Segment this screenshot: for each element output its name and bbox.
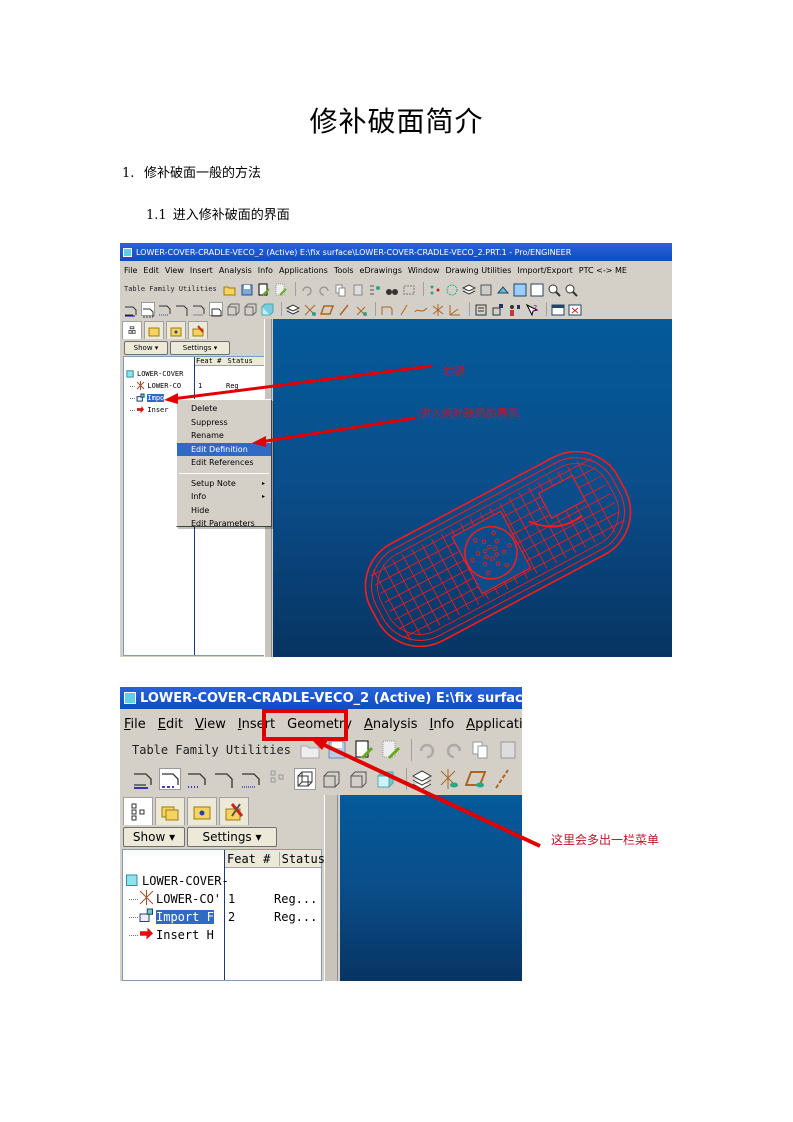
open-folder-icon[interactable] bbox=[299, 739, 321, 761]
screenshot-proe-context-menu: LOWER-COVER-CRADLE-VECO_2 (Active) E:\fi… bbox=[120, 243, 672, 657]
no-hidden-icon[interactable] bbox=[159, 768, 181, 790]
col-status-header: Status bbox=[278, 852, 325, 866]
copy-icon[interactable] bbox=[470, 739, 492, 761]
shaded-display-icon[interactable] bbox=[375, 768, 397, 790]
paste-icon[interactable] bbox=[497, 739, 519, 761]
import-feature-icon bbox=[139, 908, 153, 922]
navigator-tabs bbox=[123, 797, 251, 825]
column-divider bbox=[224, 850, 225, 980]
tree-connector bbox=[129, 898, 138, 900]
folder-icon bbox=[161, 806, 179, 820]
arrow-right-click bbox=[171, 364, 433, 401]
annotation-extra-menu: 这里会多出一栏菜单 bbox=[551, 833, 660, 847]
section-heading-1-1: 1.1 进入修补破面的界面 bbox=[146, 204, 290, 223]
menu-applications[interactable]: Applications bbox=[466, 717, 522, 732]
insert-here-arrow-icon bbox=[140, 927, 153, 940]
tree-item-label: LOWER-COVER- bbox=[142, 874, 229, 888]
layer-stack-icon[interactable] bbox=[411, 768, 433, 790]
wireframe-icon[interactable] bbox=[294, 768, 316, 790]
tab-folder-browser[interactable] bbox=[155, 797, 185, 825]
toolbar-separator bbox=[406, 768, 407, 790]
tree-item-label: LOWER-CO' bbox=[156, 892, 222, 906]
navigator-buttons: Show ▾ Settings ▾ bbox=[123, 827, 279, 847]
arrow-edit-definition bbox=[259, 416, 417, 444]
tree-item-label: Insert H bbox=[156, 928, 214, 942]
part-icon bbox=[125, 872, 140, 890]
menu-file[interactable]: File bbox=[124, 717, 146, 732]
tree-item-status: Reg... bbox=[274, 892, 318, 906]
tree-item[interactable]: LOWER-CO' bbox=[129, 890, 221, 908]
favorites-folder-icon bbox=[193, 806, 211, 819]
datum-axis-icon[interactable] bbox=[492, 768, 514, 790]
hidden-display-icon[interactable] bbox=[321, 768, 343, 790]
window-titlebar: LOWER-COVER-CRADLE-VECO_2 (Active) E:\fi… bbox=[120, 687, 522, 709]
annotation-arrows bbox=[164, 364, 433, 447]
tree-connector bbox=[129, 934, 138, 936]
datum-plane-icon[interactable] bbox=[464, 768, 487, 790]
annotation-enter-repair: 进入修补破面的界面 bbox=[420, 407, 519, 420]
insert-here-arrow-icon bbox=[139, 926, 154, 944]
tab-favorites[interactable] bbox=[187, 797, 217, 825]
model-tree-structure-icon[interactable] bbox=[267, 768, 289, 790]
edit-doc-icon[interactable] bbox=[353, 739, 375, 761]
save-icon[interactable] bbox=[326, 739, 348, 761]
csys-icon bbox=[139, 890, 154, 905]
tree-item-feat-number: 1 bbox=[228, 892, 236, 906]
tree-header: Feat # Status bbox=[224, 850, 325, 868]
hidden-line-icon[interactable] bbox=[132, 768, 154, 790]
highlight-geometry-menu bbox=[262, 709, 348, 741]
tree-item[interactable]: LOWER-COVER- bbox=[125, 872, 229, 890]
tree-item-status: Reg... bbox=[274, 910, 318, 924]
toolbar-label: Table Family Utilities bbox=[132, 743, 291, 757]
model-tree-icon bbox=[131, 803, 145, 820]
navigator-panel: Show ▾ Settings ▾ Feat # Status LOWER-CO… bbox=[120, 795, 325, 981]
section-number: 1. bbox=[122, 166, 135, 181]
erase-icon[interactable] bbox=[380, 739, 402, 761]
undo-icon[interactable] bbox=[416, 739, 438, 761]
tab-connections[interactable] bbox=[219, 797, 249, 825]
arrow-head-icon bbox=[252, 436, 266, 447]
menu-analysis[interactable]: Analysis bbox=[364, 717, 418, 732]
tree-item-label: Import F bbox=[156, 910, 214, 924]
toolbar-separator bbox=[410, 739, 412, 761]
part-icon bbox=[126, 874, 138, 886]
shading-edge-icon[interactable] bbox=[213, 768, 235, 790]
redo-icon[interactable] bbox=[443, 739, 465, 761]
tree-connector bbox=[129, 916, 138, 918]
tangent-edge-icon[interactable] bbox=[186, 768, 208, 790]
csys-display-icon[interactable] bbox=[438, 768, 460, 790]
col-feat-header: Feat # bbox=[227, 852, 271, 866]
model-tree: Feat # Status LOWER-COVER- LOWER-CO' 1 Reg.… bbox=[122, 849, 325, 981]
menu-info[interactable]: Info bbox=[430, 717, 455, 732]
app-icon bbox=[124, 692, 136, 704]
edges-icon[interactable] bbox=[240, 768, 262, 790]
tree-item[interactable]: Import F bbox=[129, 908, 214, 926]
show-button[interactable]: Show ▾ bbox=[123, 827, 185, 847]
tab-model-tree[interactable] bbox=[123, 797, 153, 825]
no-hidden-display-icon[interactable] bbox=[348, 768, 370, 790]
section-number: 1.1 bbox=[146, 208, 167, 223]
section-text: 进入修补破面的界面 bbox=[172, 208, 290, 223]
toolbar-file: Table Family Utilities bbox=[120, 738, 522, 762]
graphics-viewport[interactable] bbox=[340, 795, 522, 981]
menu-view[interactable]: View bbox=[195, 717, 226, 732]
section-heading-1: 1. 修补破面一般的方法 bbox=[122, 162, 261, 181]
menu-edit[interactable]: Edit bbox=[158, 717, 183, 732]
section-text: 修补破面一般的方法 bbox=[144, 166, 262, 181]
tools-folder-icon bbox=[225, 802, 244, 820]
arrow-head-icon bbox=[164, 393, 178, 404]
screenshot-proe-geometry-menu: LOWER-COVER-CRADLE-VECO_2 (Active) E:\fi… bbox=[120, 687, 522, 981]
tree-item-feat-number: 2 bbox=[228, 910, 236, 924]
csys-icon bbox=[139, 890, 154, 908]
settings-button[interactable]: Settings ▾ bbox=[187, 827, 277, 847]
window-title: LOWER-COVER-CRADLE-VECO_2 (Active) E:\fi… bbox=[140, 690, 522, 706]
import-feature-icon bbox=[139, 908, 154, 926]
panel-sash[interactable] bbox=[324, 795, 338, 981]
toolbar-display bbox=[120, 765, 522, 793]
annotation-right-click: 右键 bbox=[443, 365, 465, 378]
document-title: 修补破面简介 bbox=[309, 105, 484, 138]
tree-item[interactable]: Insert H bbox=[129, 926, 214, 944]
